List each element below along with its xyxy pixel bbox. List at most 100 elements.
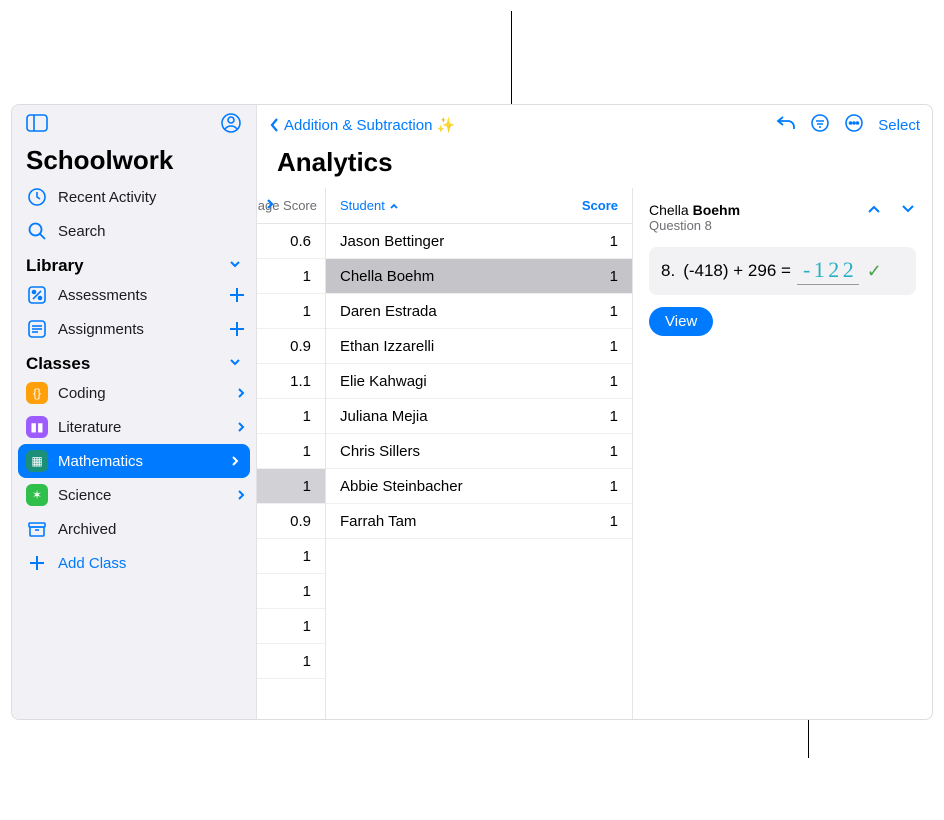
student-name: Farrah Tam [340,513,416,530]
answer-preview: 8. (-418) + 296 = - 1 2 2 ✓ [649,247,916,295]
student-row[interactable]: Chella Boehm 1 [326,259,632,294]
library-header[interactable]: Library [12,248,256,278]
score-row[interactable]: 0.9 [257,504,325,539]
student-row[interactable]: Daren Estrada 1 [326,294,632,329]
score-row[interactable]: 1.1 [257,364,325,399]
student-score: 1 [610,268,618,285]
students-column: Student Score Jason Bettinger1Chella Boe… [326,188,633,719]
code-icon: {} [26,382,48,404]
student-row[interactable]: Juliana Mejia 1 [326,399,632,434]
nav-label: Science [58,487,111,504]
score-row[interactable]: 1 [257,294,325,329]
archive-icon [26,519,48,539]
clock-icon [26,187,48,207]
detail-question-subtitle: Question 8 [649,218,740,233]
nav-recent-activity[interactable]: Recent Activity [12,180,256,214]
student-name: Abbie Steinbacher [340,478,463,495]
nav-coding[interactable]: {} Coding [12,376,256,410]
chevron-left-icon [269,117,280,133]
nav-label: Add Class [58,555,126,572]
student-row[interactable]: Farrah Tam 1 [326,504,632,539]
score-row[interactable]: 1 [257,644,325,679]
detail-panel: Chella Boehm Question 8 8. (-418) + 296 … [633,188,932,719]
student-name: Daren Estrada [340,303,437,320]
sidebar: Schoolwork Recent Activity Search Librar… [12,105,257,719]
student-score: 1 [610,303,618,320]
nav-add-class[interactable]: Add Class [12,546,256,580]
undo-icon[interactable] [776,114,796,136]
nav-label: Search [58,223,106,240]
chevron-down-icon [228,256,242,276]
score-row[interactable]: 0.9 [257,329,325,364]
score-row[interactable]: 1 [257,609,325,644]
nav-search[interactable]: Search [12,214,256,248]
score-header[interactable]: Score [582,198,618,213]
student-name: Jason Bettinger [340,233,444,250]
score-row[interactable]: 1 [257,259,325,294]
next-question-button[interactable] [900,202,916,233]
student-row[interactable]: Elie Kahwagi 1 [326,364,632,399]
chevron-up-icon [389,201,399,211]
list-icon [26,319,48,339]
nav-assessments[interactable]: Assessments [12,278,256,312]
chevron-right-icon [236,386,246,400]
filter-icon[interactable] [810,113,830,137]
chevron-down-icon [228,354,242,374]
search-icon [26,221,48,241]
score-row[interactable]: 1 [257,574,325,609]
question-number: 8. [661,261,675,281]
plus-icon[interactable] [228,286,246,304]
score-row[interactable]: 1 [257,434,325,469]
books-icon: ▮▮ [26,416,48,438]
student-score: 1 [610,513,618,530]
chevron-right-icon [236,420,246,434]
prev-question-button[interactable] [866,202,882,233]
question-text: (-418) + 296 = [683,261,791,281]
nav-mathematics[interactable]: ▦ Mathematics [18,444,250,478]
score-row[interactable]: 1 [257,539,325,574]
student-row[interactable]: Abbie Steinbacher 1 [326,469,632,504]
student-score: 1 [610,443,618,460]
classes-header[interactable]: Classes [12,346,256,376]
more-icon[interactable] [844,113,864,137]
nav-label: Archived [58,521,116,538]
select-button[interactable]: Select [878,117,920,134]
student-row[interactable]: Chris Sillers1 [326,434,632,469]
student-name: Chella Boehm [340,268,434,285]
score-row[interactable]: 0.6 [257,224,325,259]
account-icon[interactable] [220,112,242,139]
nav-label: Assignments [58,321,144,338]
page-title: Analytics [257,139,932,188]
score-row[interactable]: 1 [257,469,325,504]
sidebar-toggle-icon[interactable] [26,114,48,137]
back-button[interactable]: Addition & Subtraction ✨ [269,116,455,134]
student-name: Elie Kahwagi [340,373,427,390]
student-name: Juliana Mejia [340,408,428,425]
atom-icon: ✶ [26,484,48,506]
nav-label: Recent Activity [58,189,156,206]
nav-archived[interactable]: Archived [12,512,256,546]
view-button[interactable]: View [649,307,713,336]
app-window: Schoolwork Recent Activity Search Librar… [11,104,933,720]
student-score: 1 [610,373,618,390]
nav-assignments[interactable]: Assignments [12,312,256,346]
nav-literature[interactable]: ▮▮ Literature [12,410,256,444]
checkmark-icon: ✓ [867,261,882,282]
nav-science[interactable]: ✶ Science [12,478,256,512]
score-row[interactable]: 1 [257,399,325,434]
nav-label: Literature [58,419,121,436]
chevron-right-icon [230,454,240,468]
avg-score-header[interactable]: age Score [257,188,325,224]
student-row[interactable]: Ethan Izzarelli 1 [326,329,632,364]
student-score: 1 [610,408,618,425]
student-score: 1 [610,478,618,495]
percent-icon [26,285,48,305]
student-sort-header[interactable]: Student [340,198,399,213]
detail-student-name: Chella Boehm [649,202,740,218]
nav-label: Mathematics [58,453,143,470]
student-score: 1 [610,338,618,355]
student-name: Ethan Izzarelli [340,338,434,355]
app-title: Schoolwork [12,139,256,180]
plus-icon[interactable] [228,320,246,338]
student-row[interactable]: Jason Bettinger1 [326,224,632,259]
